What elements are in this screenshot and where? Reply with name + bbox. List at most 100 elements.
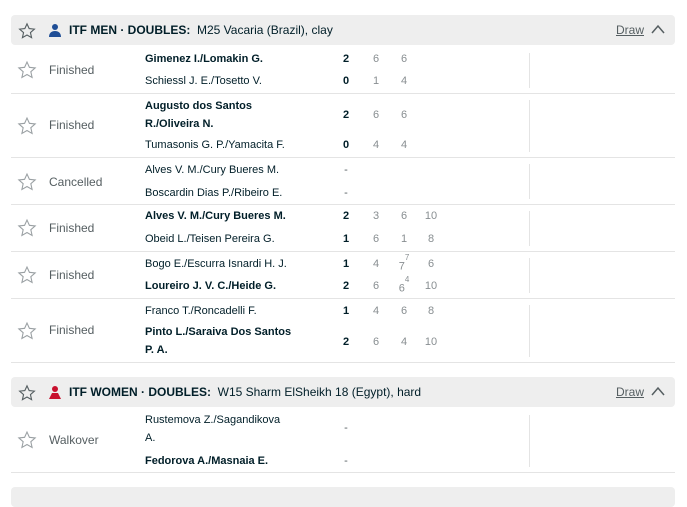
set-score: 77: [398, 253, 410, 273]
divider: [529, 164, 530, 199]
match-row[interactable]: Finished Franco T./Roncadelli F. 1 4 6 8…: [11, 299, 675, 363]
participant-name: Loureiro J. V. C./Heide G.: [145, 280, 277, 292]
participant-name: Schiessl J. E./Tosetto V.: [145, 75, 262, 87]
set-score: 6: [372, 280, 380, 292]
participant-name: Bogo E./Escurra Isnardi H. J.: [145, 258, 287, 270]
tiebreak-score: 7: [404, 253, 410, 262]
set-score: 6: [372, 233, 380, 245]
itf-women-icon: [49, 386, 61, 399]
tournament-header-next: [11, 487, 675, 507]
participant-row: Alves V. M./Cury Bueres M. -: [11, 159, 529, 181]
participant-row: Fedorova A./Masnaia E. -: [11, 450, 529, 472]
total-score: 2: [342, 280, 350, 292]
set-score: 4: [400, 75, 408, 87]
chevron-up-icon[interactable]: [651, 386, 665, 396]
match-row[interactable]: Finished Alves V. M./Cury Bueres M. 2 3 …: [11, 205, 675, 252]
star-icon[interactable]: [18, 22, 36, 40]
total-score: 1: [342, 258, 350, 270]
match-row[interactable]: Cancelled Alves V. M./Cury Bueres M. - B…: [11, 158, 675, 205]
total-score: -: [344, 422, 348, 434]
divider: [529, 53, 530, 88]
participant-name: Tumasonis G. P./Yamacita F.: [145, 139, 285, 151]
divider: [529, 100, 530, 152]
set-score: 8: [427, 305, 435, 317]
divider: [529, 258, 530, 293]
divider: [529, 415, 530, 467]
set-score: 6: [372, 53, 380, 65]
total-score: 1: [342, 233, 350, 245]
participant-name: Boscardin Dias P./Ribeiro E.: [145, 187, 283, 199]
set-score: 1: [372, 75, 380, 87]
set-score: 6: [427, 258, 435, 270]
set-score: 6: [400, 109, 408, 121]
tournament-category: ITF MEN · DOUBLES:: [69, 23, 191, 37]
participant-row: Boscardin Dias P./Ribeiro E. -: [11, 182, 529, 204]
total-score: 0: [342, 139, 350, 151]
total-score: -: [344, 455, 348, 467]
set-score: 10: [424, 280, 438, 292]
set-score: 1: [400, 233, 408, 245]
tiebreak-score: 4: [404, 275, 410, 284]
set-score: 4: [400, 139, 408, 151]
match-row[interactable]: Finished Bogo E./Escurra Isnardi H. J. 1…: [11, 252, 675, 299]
participant-row: Franco T./Roncadelli F. 1 4 6 8: [11, 300, 529, 322]
participant-name: Pinto L./Saraiva Dos Santos P. A.: [145, 326, 292, 356]
participant-row: Bogo E./Escurra Isnardi H. J. 1 4 77 6: [11, 253, 529, 275]
total-score: 2: [342, 336, 350, 348]
itf-men-icon: [49, 24, 61, 37]
total-score: -: [344, 164, 348, 176]
participant-name: Gimenez I./Lomakin G.: [145, 53, 263, 65]
set-score: 6: [400, 305, 408, 317]
participant-name: Alves V. M./Cury Bueres M.: [145, 210, 286, 222]
participant-name: Fedorova A./Masnaia E.: [145, 455, 269, 467]
participant-row: Gimenez I./Lomakin G. 2 6 6: [11, 48, 529, 70]
total-score: 1: [342, 305, 350, 317]
total-score: 2: [342, 109, 350, 121]
participant-row: Obeid L./Teisen Pereira G. 1 6 1 8: [11, 228, 529, 250]
chevron-up-icon[interactable]: [651, 24, 665, 34]
participant-name: Alves V. M./Cury Bueres M.: [145, 164, 280, 176]
set-score: 8: [427, 233, 435, 245]
star-icon[interactable]: [18, 384, 36, 402]
set-score: 3: [372, 210, 380, 222]
set-score: 6: [372, 336, 380, 348]
participant-name: Augusto dos Santos R./Oliveira N.: [145, 100, 252, 130]
tournament-header-itf-men: ITF MEN · DOUBLES: M25 Vacaria (Brazil),…: [11, 15, 675, 45]
total-score: 0: [342, 75, 350, 87]
participant-row: Rustemova Z./Sagandikova A. -: [11, 410, 529, 448]
divider: [529, 211, 530, 246]
match-row[interactable]: Finished Augusto dos Santos R./Oliveira N…: [11, 94, 675, 158]
divider: [529, 305, 530, 357]
tournament-name: M25 Vacaria (Brazil), clay: [197, 23, 333, 37]
set-score: 4: [372, 139, 380, 151]
draw-link[interactable]: Draw: [616, 23, 644, 37]
set-score: 6: [372, 109, 380, 121]
participant-row: Tumasonis G. P./Yamacita F. 0 4 4: [11, 134, 529, 156]
total-score: 2: [342, 210, 350, 222]
participant-name: Rustemova Z./Sagandikova A.: [145, 414, 281, 444]
set-score: 10: [424, 210, 438, 222]
participant-row: Alves V. M./Cury Bueres M. 2 3 6 10: [11, 205, 529, 227]
match-row[interactable]: Finished Gimenez I./Lomakin G. 2 6 6 Sch…: [11, 47, 675, 94]
match-row[interactable]: Walkover Rustemova Z./Sagandikova A. - Fe…: [11, 409, 675, 473]
tournament-title[interactable]: ITF MEN · DOUBLES: M25 Vacaria (Brazil),…: [69, 23, 333, 37]
set-score: 6: [400, 53, 408, 65]
draw-link[interactable]: Draw: [616, 385, 644, 399]
tournament-category: ITF WOMEN · DOUBLES:: [69, 385, 211, 399]
participant-row: Augusto dos Santos R./Oliveira N. 2 6 6: [11, 96, 529, 134]
participant-row: Loureiro J. V. C./Heide G. 2 6 64 10: [11, 275, 529, 297]
set-score: 64: [398, 275, 410, 295]
participant-row: Schiessl J. E./Tosetto V. 0 1 4: [11, 70, 529, 92]
tournament-title[interactable]: ITF WOMEN · DOUBLES: W15 Sharm ElSheikh …: [69, 385, 421, 399]
participant-name: Obeid L./Teisen Pereira G.: [145, 233, 275, 245]
participant-row: Pinto L./Saraiva Dos Santos P. A. 2 6 4 1…: [11, 323, 529, 361]
set-score: 10: [424, 336, 438, 348]
total-score: -: [344, 187, 348, 199]
set-score: 4: [400, 336, 408, 348]
total-score: 2: [342, 53, 350, 65]
set-score: 6: [400, 210, 408, 222]
set-score: 4: [372, 305, 380, 317]
set-score: 4: [372, 258, 380, 270]
participant-name: Franco T./Roncadelli F.: [145, 305, 257, 317]
tournament-header-itf-women: ITF WOMEN · DOUBLES: W15 Sharm ElSheikh …: [11, 377, 675, 407]
